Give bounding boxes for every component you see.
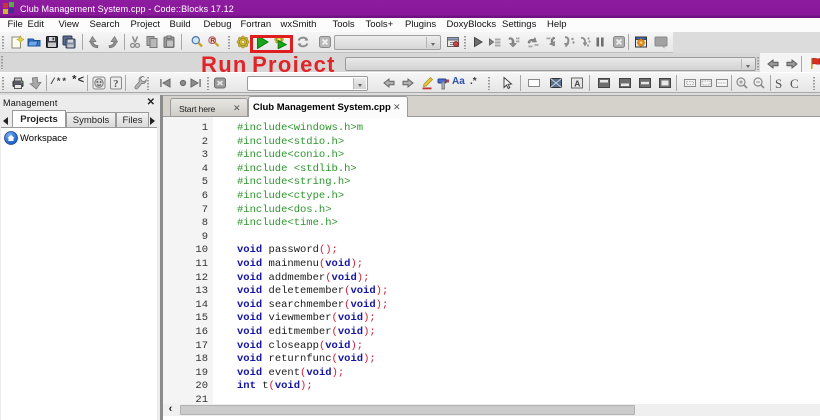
svg-text:?: ? <box>113 79 118 90</box>
svg-text:A: A <box>574 78 580 88</box>
